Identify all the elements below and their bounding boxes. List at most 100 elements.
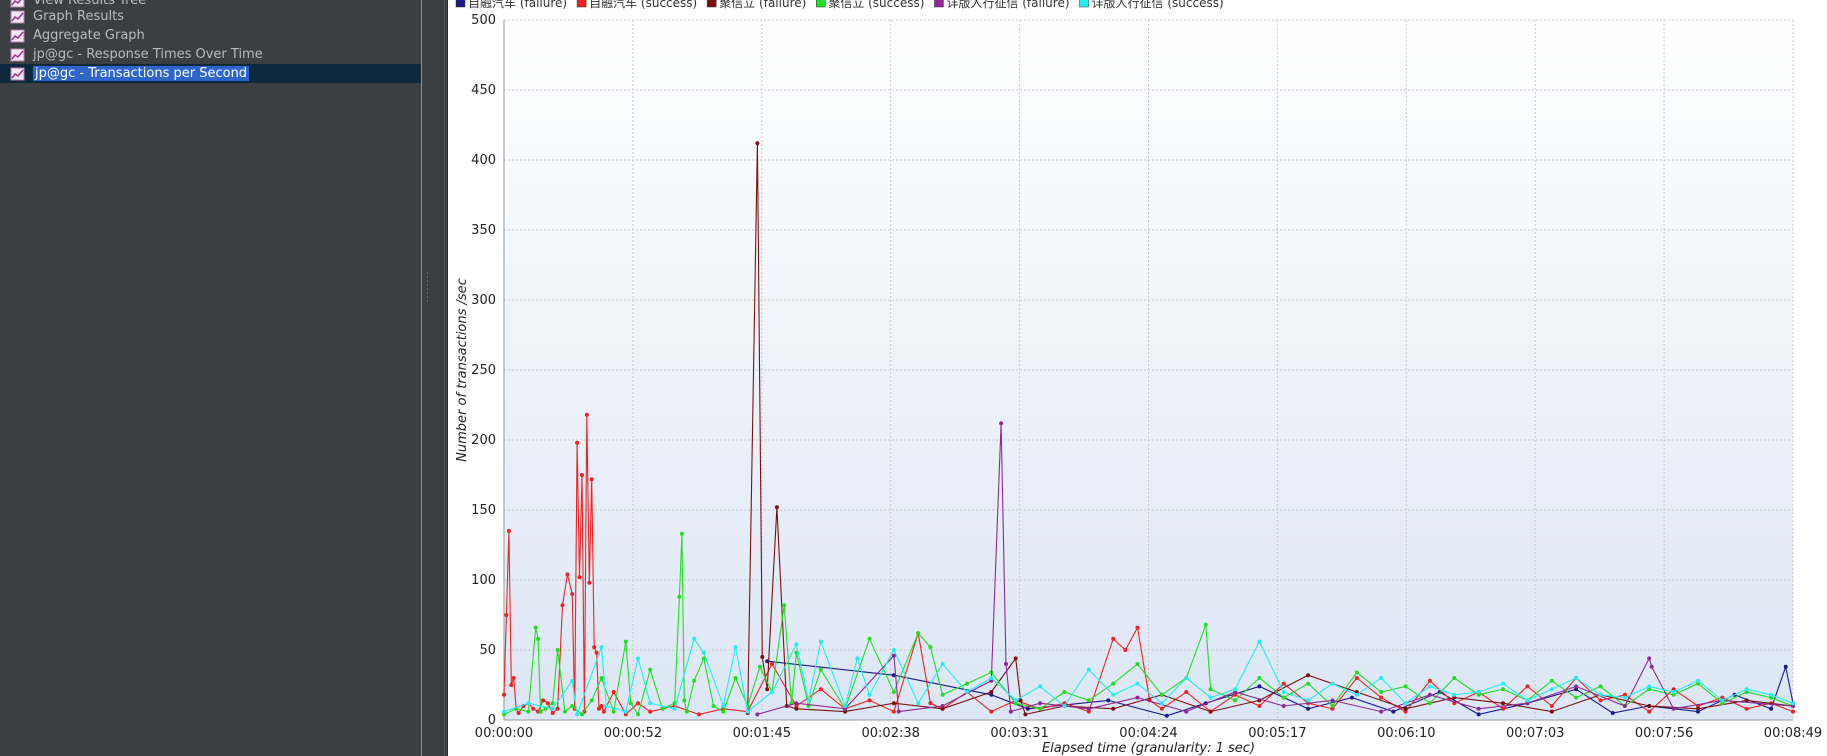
data-point bbox=[509, 683, 513, 687]
data-point bbox=[1379, 690, 1383, 694]
data-point bbox=[892, 648, 896, 652]
legend-entry: 聚信立 (success) bbox=[828, 0, 924, 10]
data-point bbox=[565, 572, 569, 576]
data-point bbox=[1111, 637, 1115, 641]
data-point bbox=[1791, 701, 1795, 705]
tree-item[interactable]: Graph Results bbox=[10, 7, 124, 26]
data-point bbox=[941, 662, 945, 666]
data-point bbox=[1428, 701, 1432, 705]
data-point bbox=[600, 676, 604, 680]
data-point bbox=[1355, 670, 1359, 674]
data-point bbox=[1350, 696, 1354, 700]
x-tick-label: 00:03:31 bbox=[990, 726, 1048, 741]
split-pane-divider[interactable]: · ·· ·· ·· · bbox=[422, 0, 448, 756]
tree-item[interactable]: Aggregate Graph bbox=[10, 26, 145, 45]
data-point bbox=[512, 676, 516, 680]
data-point bbox=[1062, 690, 1066, 694]
data-point bbox=[746, 710, 750, 714]
data-point bbox=[1160, 701, 1164, 705]
data-point bbox=[578, 575, 582, 579]
data-point bbox=[1501, 701, 1505, 705]
data-point bbox=[892, 701, 896, 705]
data-point bbox=[570, 592, 574, 596]
data-point bbox=[585, 413, 589, 417]
x-tick-label: 00:06:10 bbox=[1377, 726, 1435, 741]
data-point bbox=[1209, 710, 1213, 714]
data-point bbox=[1611, 711, 1615, 715]
graph-listener-icon bbox=[10, 48, 26, 62]
data-point bbox=[1111, 682, 1115, 686]
data-point bbox=[546, 701, 550, 705]
data-point bbox=[755, 712, 759, 716]
data-point bbox=[636, 712, 640, 716]
legend-swatch bbox=[456, 0, 465, 7]
data-point bbox=[1038, 701, 1042, 705]
data-point bbox=[1355, 676, 1359, 680]
data-point bbox=[526, 701, 530, 705]
test-plan-tree[interactable]: View Results TreeGraph ResultsAggregate … bbox=[0, 0, 422, 756]
data-point bbox=[928, 645, 932, 649]
splitter-grip-icon[interactable]: · ·· ·· ·· · bbox=[426, 272, 431, 288]
transactions-per-second-chart-panel: 05010015020025030035040045050000:00:0000… bbox=[448, 0, 1827, 756]
data-point bbox=[1745, 707, 1749, 711]
data-point bbox=[1087, 707, 1091, 711]
data-point bbox=[868, 698, 872, 702]
data-point bbox=[1111, 707, 1115, 711]
data-point bbox=[1477, 690, 1481, 694]
y-tick-label: 100 bbox=[471, 573, 496, 588]
data-point bbox=[1087, 698, 1091, 702]
tps-chart: 05010015020025030035040045050000:00:0000… bbox=[448, 0, 1827, 756]
data-point bbox=[1355, 693, 1359, 697]
data-point bbox=[673, 707, 677, 711]
y-tick-label: 150 bbox=[471, 503, 496, 518]
data-point bbox=[1282, 696, 1286, 700]
data-point bbox=[928, 701, 932, 705]
x-tick-label: 00:02:38 bbox=[862, 726, 920, 741]
data-point bbox=[600, 704, 604, 708]
tree-item[interactable]: jp@gc - Response Times Over Time bbox=[10, 45, 263, 64]
data-point bbox=[536, 637, 540, 641]
data-point bbox=[819, 687, 823, 691]
data-point bbox=[1720, 698, 1724, 702]
data-point bbox=[941, 704, 945, 708]
data-point bbox=[897, 710, 901, 714]
data-point bbox=[999, 421, 1003, 425]
data-point bbox=[1696, 707, 1700, 711]
data-point bbox=[1306, 698, 1310, 702]
data-point bbox=[1282, 690, 1286, 694]
data-point bbox=[1306, 707, 1310, 711]
data-point bbox=[602, 710, 606, 714]
tree-item[interactable]: jp@gc - Transactions per Second bbox=[0, 64, 421, 83]
data-point bbox=[965, 690, 969, 694]
data-point bbox=[734, 676, 738, 680]
data-point bbox=[587, 581, 591, 585]
x-tick-label: 00:00:00 bbox=[475, 726, 533, 741]
data-point bbox=[1550, 679, 1554, 683]
data-point bbox=[502, 710, 506, 714]
data-point bbox=[1184, 676, 1188, 680]
data-point bbox=[1306, 682, 1310, 686]
tree-item-label: jp@gc - Response Times Over Time bbox=[33, 47, 263, 62]
data-point bbox=[807, 698, 811, 702]
data-point bbox=[1477, 707, 1481, 711]
splitter-edge bbox=[444, 0, 445, 756]
data-point bbox=[1696, 679, 1700, 683]
data-point bbox=[580, 712, 584, 716]
data-point bbox=[760, 655, 764, 659]
data-point bbox=[502, 693, 506, 697]
data-point bbox=[1209, 696, 1213, 700]
data-point bbox=[1550, 687, 1554, 691]
data-point bbox=[624, 710, 628, 714]
legend-entry: 详版人行征信 (success) bbox=[1092, 0, 1224, 10]
data-point bbox=[868, 693, 872, 697]
x-tick-label: 00:07:56 bbox=[1635, 726, 1693, 741]
data-point bbox=[1257, 704, 1261, 708]
data-point bbox=[1209, 687, 1213, 691]
data-point bbox=[868, 637, 872, 641]
data-point bbox=[1623, 704, 1627, 708]
y-tick-label: 250 bbox=[471, 363, 496, 378]
data-point bbox=[1428, 693, 1432, 697]
data-point bbox=[1404, 701, 1408, 705]
data-point bbox=[770, 690, 774, 694]
data-point bbox=[592, 645, 596, 649]
